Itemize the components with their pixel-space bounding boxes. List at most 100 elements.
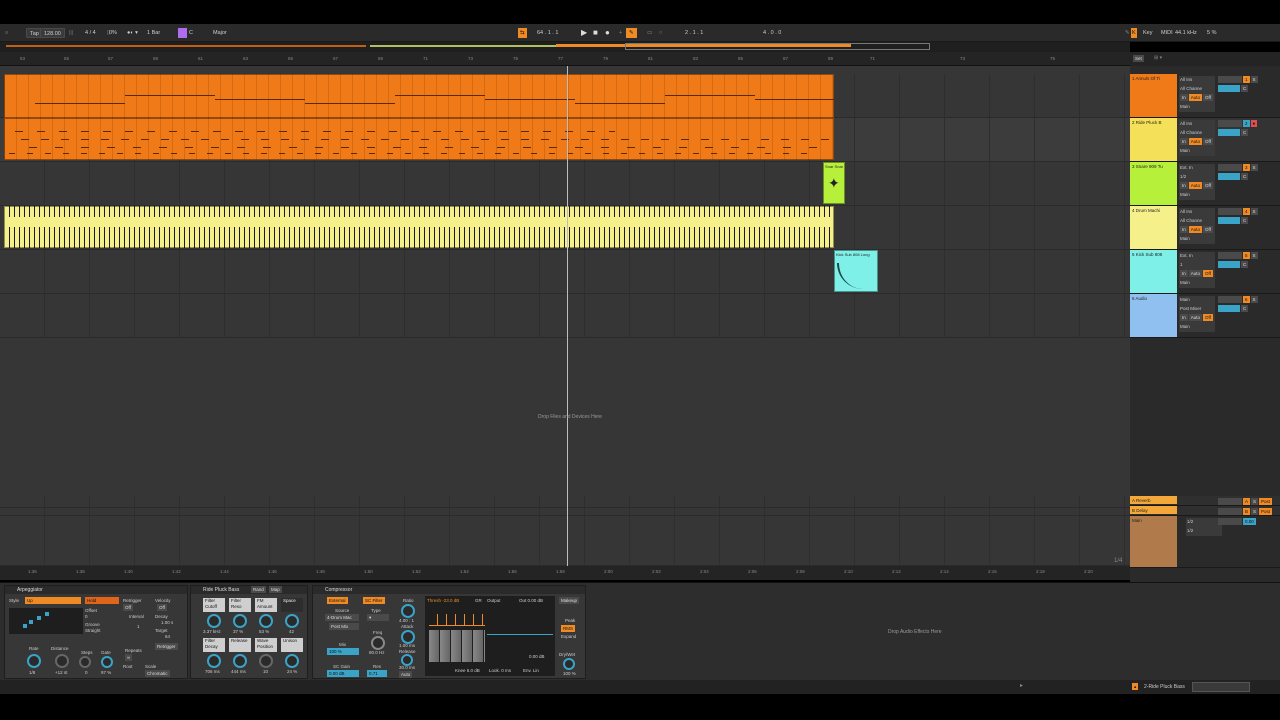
retrigger-button[interactable]: Retrigger — [155, 643, 178, 650]
back-to-arrangement-icon[interactable]: ▭ — [644, 28, 655, 38]
map-button[interactable]: Map — [269, 586, 282, 593]
return-lane-b[interactable] — [0, 508, 1130, 516]
expand-mode[interactable]: Expand — [561, 634, 576, 639]
output-select[interactable]: 1/2 — [1186, 518, 1222, 527]
swing-field[interactable]: 0% — [106, 28, 120, 38]
track-lane-1[interactable] — [0, 74, 1130, 118]
track-lane-5[interactable]: Kick Sub 808 Long — [0, 250, 1130, 294]
track-lane-2[interactable] — [0, 118, 1130, 162]
return-track-b[interactable]: B Delay B S Post — [1130, 506, 1280, 516]
track-header[interactable]: 5 Kick Sub 808 — [1130, 250, 1177, 293]
peak-mode[interactable]: Peak — [565, 618, 575, 623]
output-select[interactable]: Main — [1179, 323, 1215, 332]
automation-arm-icon[interactable]: ✎ — [626, 28, 637, 38]
rate-knob[interactable] — [27, 654, 41, 668]
macro-knob[interactable] — [285, 654, 299, 668]
output-select[interactable]: Main — [1179, 235, 1215, 244]
retrigger-select[interactable]: Off — [123, 604, 133, 611]
menu-icon[interactable]: ≡ — [2, 28, 11, 38]
midi-clip[interactable] — [4, 118, 834, 160]
track-3[interactable]: 3 Snare 909 Tu Ext. In 1/2 In Auto Off Mai… — [1130, 162, 1280, 206]
track-2[interactable]: 2 Ride Pluck B All Ins All Channe In Auto… — [1130, 118, 1280, 162]
velocity-select[interactable]: Off — [157, 604, 167, 611]
audio-clip-snare[interactable]: Snar Snar ✦ — [823, 162, 845, 204]
gr-toggle[interactable]: GR — [475, 598, 482, 603]
threshold-value[interactable]: Thresh -23.0 dB — [427, 598, 459, 603]
offset-value[interactable]: 0 — [85, 614, 88, 619]
mix-value[interactable]: 100 % — [327, 648, 359, 655]
auto-release-button[interactable]: Auto — [399, 671, 413, 678]
arpeggiator-device[interactable]: Arpeggiator Style Up Hold Offset 0 Groov… — [4, 585, 188, 679]
set-button[interactable]: Set — [1133, 55, 1144, 62]
steps-knob[interactable] — [79, 656, 91, 668]
track-lane-4[interactable] — [0, 206, 1130, 250]
return-track-a[interactable]: A Reverb A S Post — [1130, 496, 1280, 506]
knee-value[interactable]: Knee 6.0 dB — [455, 668, 480, 673]
style-select[interactable]: Up — [25, 597, 81, 604]
target-value[interactable]: 64 — [165, 634, 170, 639]
makeup-button[interactable]: Makeup — [559, 597, 580, 604]
output-toggle[interactable]: Output — [487, 598, 501, 603]
macro-knob[interactable] — [207, 614, 221, 628]
track-header[interactable]: 4 Drum Machi — [1130, 206, 1177, 249]
track-5[interactable]: 5 Kick Sub 808 Ext. In 1 In Auto Off Main … — [1130, 250, 1280, 294]
macro-knob[interactable] — [233, 654, 247, 668]
macro-knob[interactable] — [259, 654, 273, 668]
track-header[interactable]: 6 Audio — [1130, 294, 1177, 337]
midi-clip[interactable] — [4, 206, 834, 248]
overdub-icon[interactable]: + — [616, 28, 625, 38]
track-lane-6[interactable] — [0, 294, 1130, 338]
out-value[interactable]: Out 0.00 dB — [519, 598, 543, 603]
input-type-select[interactable]: All Ins — [1179, 76, 1215, 85]
track-4[interactable]: 4 Drum Machi All Ins All Channe In Auto Of… — [1130, 206, 1280, 250]
lookahead-value[interactable]: Look. 0 ms — [489, 668, 511, 673]
mini-overview[interactable] — [1192, 682, 1250, 692]
grid-icons[interactable]: ⊞ ▾ — [1154, 55, 1162, 61]
scale-select[interactable]: Major — [210, 28, 230, 38]
loop-icon[interactable]: ○ — [656, 28, 665, 38]
track-header[interactable]: B Delay — [1130, 506, 1177, 514]
track-6[interactable]: 6 Audio Main Post Mixer In Auto Off Main 6… — [1130, 294, 1280, 338]
freq-knob[interactable] — [371, 636, 385, 650]
track-1[interactable]: 1 Annuls Of Ti All Ins All Channe In Auto… — [1130, 74, 1280, 118]
hold-button[interactable]: Hold — [85, 597, 119, 604]
macro-knob[interactable] — [233, 614, 247, 628]
beat-ruler[interactable]: 53 55 57 59 61 63 65 67 69 71 73 75 77 7… — [0, 52, 1130, 66]
gate-knob[interactable] — [101, 656, 113, 668]
distance-knob[interactable] — [55, 654, 69, 668]
rand-button[interactable]: Rand — [251, 586, 266, 593]
repeats-value[interactable]: ∞ — [125, 654, 133, 661]
input-type-select[interactable]: Main — [1179, 296, 1215, 305]
selected-track-name[interactable]: 2-Ride Pluck Bass — [1144, 684, 1185, 690]
input-channel-select[interactable]: 1 — [1179, 261, 1215, 270]
audio-clip-kick[interactable]: Kick Sub 808 Long — [834, 250, 878, 292]
compressor-display[interactable]: Thresh -23.0 dB GR Output Out 0.00 dB 0.… — [425, 596, 555, 676]
output-select[interactable]: Main — [1179, 103, 1215, 112]
type-select[interactable]: ▾ — [367, 614, 389, 621]
input-channel-select[interactable]: Post Mixer — [1179, 305, 1215, 314]
input-type-select[interactable]: All Ins — [1179, 208, 1215, 217]
track-header[interactable]: Main — [1130, 516, 1177, 567]
key-button[interactable]: Key — [1140, 28, 1155, 38]
compressor-device[interactable]: Compressor External SC Filter Source 4-D… — [312, 585, 586, 679]
input-type-select[interactable]: Ext. In — [1179, 252, 1215, 261]
playhead[interactable] — [567, 66, 568, 568]
return-lane-a[interactable] — [0, 496, 1130, 508]
envelope-value[interactable]: Env. Lin — [523, 668, 539, 673]
source-select[interactable]: 4-Drum Mac — [325, 614, 359, 621]
external-button[interactable]: External — [327, 597, 348, 604]
tempo-field[interactable]: 128.00 — [40, 28, 65, 38]
output-select[interactable]: Main — [1179, 147, 1215, 156]
track-lane-3[interactable]: Snar Snar ✦ — [0, 162, 1130, 206]
scale-select[interactable]: Chromatic — [145, 670, 170, 677]
input-channel-select[interactable]: All Channe — [1179, 85, 1215, 94]
input-channel-select[interactable]: All Channe — [1179, 217, 1215, 226]
meter-field[interactable]: 4 / 4 — [82, 28, 99, 38]
audio-effects-drop-zone[interactable]: Drop Audio Effects Here — [588, 585, 1276, 679]
loop-length-field[interactable]: 4 . 0 . 0 — [760, 28, 784, 38]
record-icon[interactable]: ● — [602, 28, 613, 38]
follow-icon[interactable]: ●◐ ▾ — [124, 28, 141, 38]
master-track[interactable]: Main 1/2 1/2 0.00 — [1130, 516, 1280, 568]
overview-viewport[interactable] — [625, 43, 930, 50]
play-icon[interactable]: ▸ — [1020, 682, 1023, 689]
